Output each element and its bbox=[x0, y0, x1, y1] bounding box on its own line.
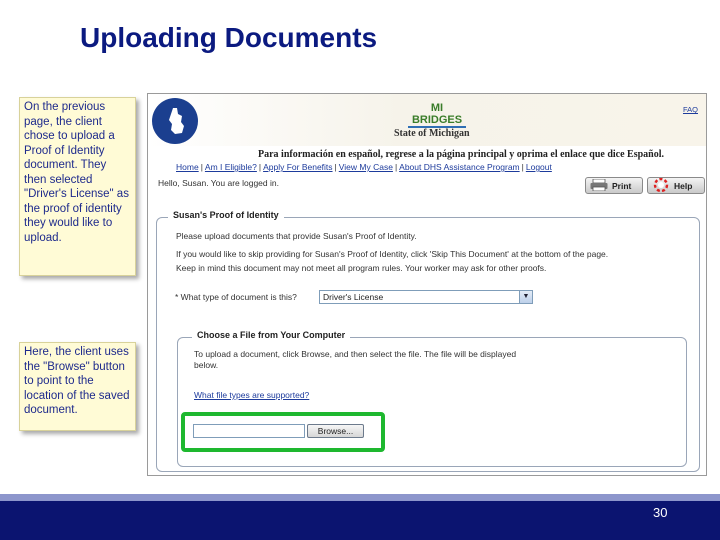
nav-view-my-case[interactable]: View My Case bbox=[339, 162, 393, 172]
lifebuoy-icon bbox=[652, 177, 670, 194]
section-line-2: If you would like to skip providing for … bbox=[176, 249, 609, 259]
help-label: Help bbox=[674, 180, 693, 191]
faq-link[interactable]: FAQ bbox=[683, 105, 698, 114]
slide-title: Uploading Documents bbox=[80, 22, 378, 53]
logo-text: MI BRIDGES bbox=[408, 102, 466, 128]
nav-home[interactable]: Home bbox=[176, 162, 199, 172]
top-nav: Home | Am I Eligible? | Apply For Benefits | V… bbox=[176, 162, 552, 172]
file-types-link[interactable]: What file types are supported? bbox=[194, 390, 309, 400]
callout-note-previous-page: On the previous page, the client chose t… bbox=[19, 97, 136, 276]
footer-bar bbox=[0, 501, 720, 540]
nav-apply-for-benefits[interactable]: Apply For Benefits bbox=[263, 162, 332, 172]
mi-bridges-logo: MI BRIDGES bbox=[408, 102, 466, 128]
greeting: Hello, Susan. You are logged in. bbox=[158, 178, 279, 188]
nav-about-dhs[interactable]: About DHS Assistance Program bbox=[399, 162, 519, 172]
state-of-michigan-label: State of Michigan bbox=[394, 128, 470, 139]
chevron-down-icon[interactable]: ▼ bbox=[519, 291, 532, 303]
help-button[interactable]: Help bbox=[647, 177, 705, 194]
header-banner: MI BRIDGES State of Michigan FAQ bbox=[148, 94, 706, 146]
document-type-label: * What type of document is this? bbox=[175, 292, 297, 302]
section-line-3: Keep in mind this document may not meet … bbox=[176, 263, 547, 273]
nav-am-i-eligible[interactable]: Am I Eligible? bbox=[205, 162, 257, 172]
highlight-box bbox=[181, 412, 385, 452]
section-legend: Susan's Proof of Identity bbox=[168, 210, 284, 220]
spanish-notice: Para información en español, regrese a l… bbox=[258, 149, 665, 160]
upload-instructions: To upload a document, click Browse, and … bbox=[194, 349, 517, 370]
callout-note-browse: Here, the client uses the "Browse" butto… bbox=[19, 342, 136, 431]
printer-icon bbox=[590, 178, 608, 193]
footer-stripe bbox=[0, 494, 720, 501]
document-type-value: Driver's License bbox=[323, 292, 384, 302]
choose-file-legend: Choose a File from Your Computer bbox=[192, 330, 351, 340]
document-type-select[interactable]: Driver's License ▼ bbox=[319, 290, 533, 304]
nav-logout[interactable]: Logout bbox=[526, 162, 552, 172]
section-line-1: Please upload documents that provide Sus… bbox=[176, 231, 417, 241]
print-button[interactable]: Print bbox=[585, 177, 643, 194]
page-number: 30 bbox=[653, 505, 668, 520]
print-label: Print bbox=[612, 180, 632, 191]
michigan-seal-icon bbox=[152, 98, 198, 144]
